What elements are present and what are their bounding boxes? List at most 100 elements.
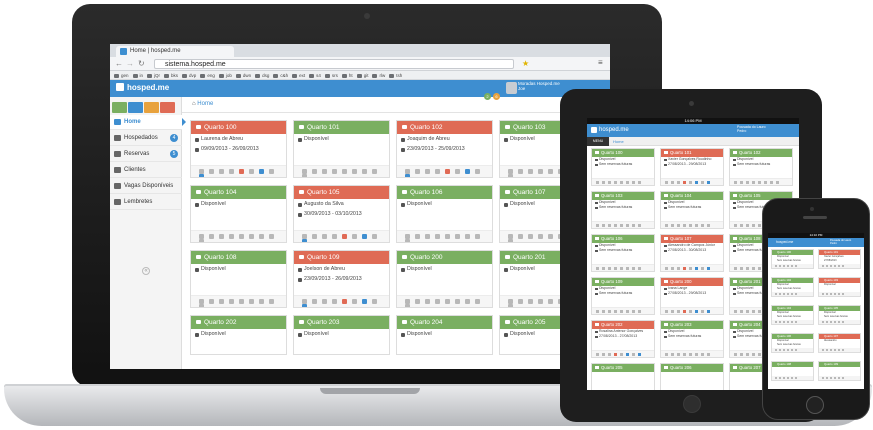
action-icon[interactable] [269, 234, 274, 239]
action-icon[interactable] [671, 181, 674, 184]
forward-icon[interactable]: → [126, 59, 134, 68]
tablet-room-card[interactable]: Quarto 107 Alessandro de Campos Júnior 27/… [660, 234, 724, 272]
action-icon[interactable] [701, 310, 704, 313]
bookmark-item[interactable]: bks [164, 71, 178, 80]
tablet-room-title[interactable]: Quarto 100 [592, 149, 654, 157]
action-icon[interactable] [342, 299, 347, 304]
bookmark-item[interactable]: eng [200, 71, 215, 80]
bookmark-item[interactable]: tsh [389, 71, 402, 80]
action-icon[interactable] [239, 169, 244, 174]
star-icon[interactable]: ★ [522, 59, 529, 68]
action-icon[interactable] [734, 224, 737, 227]
action-icon[interactable] [620, 224, 623, 227]
tablet-room-card[interactable]: Quarto 102 Disponível Sem reservas futuras [729, 148, 793, 186]
action-icon[interactable] [752, 353, 755, 356]
action-icon[interactable] [830, 349, 832, 351]
phone-room-card[interactable]: Quarto 100 Disponível Sem reservas futuras [771, 249, 814, 269]
app-logo[interactable]: hosped.me [116, 83, 169, 92]
action-icon[interactable] [775, 293, 777, 295]
room-title[interactable]: Quarto 106 [397, 186, 492, 199]
action-icon[interactable] [683, 353, 686, 356]
action-icon[interactable] [372, 169, 377, 174]
action-icon[interactable] [626, 267, 629, 270]
phone-room-title[interactable]: Quarto 109 [819, 362, 860, 367]
action-icon[interactable] [229, 234, 234, 239]
action-icon[interactable] [826, 349, 828, 351]
action-icon[interactable] [695, 353, 698, 356]
action-icon[interactable] [783, 377, 785, 379]
action-icon[interactable] [620, 353, 623, 356]
action-icon[interactable] [596, 224, 599, 227]
tablet-room-title[interactable]: Quarto 107 [661, 235, 723, 243]
action-icon[interactable] [475, 299, 480, 304]
action-icon[interactable] [783, 265, 785, 267]
action-icon[interactable] [602, 267, 605, 270]
action-icon[interactable] [746, 224, 749, 227]
action-icon[interactable] [842, 293, 844, 295]
action-icon[interactable] [842, 349, 844, 351]
action-icon[interactable] [795, 349, 797, 351]
action-icon[interactable] [826, 265, 828, 267]
action-icon[interactable] [791, 349, 793, 351]
action-icon[interactable] [548, 234, 553, 239]
action-icon[interactable] [734, 353, 737, 356]
tablet-room-card[interactable]: Quarto 203 Disponível Sem reservas futuras [660, 320, 724, 358]
action-icon[interactable] [425, 234, 430, 239]
action-icon[interactable] [822, 321, 824, 323]
action-icon[interactable] [834, 377, 836, 379]
action-icon[interactable] [209, 169, 214, 174]
bookmark-item[interactable]: dsg [255, 71, 269, 80]
action-icon[interactable] [638, 267, 641, 270]
action-icon[interactable] [445, 169, 450, 174]
action-icon[interactable] [229, 299, 234, 304]
action-icon[interactable] [435, 299, 440, 304]
action-icon[interactable] [746, 310, 749, 313]
room-title[interactable]: Quarto 202 [191, 316, 286, 329]
action-icon[interactable] [707, 224, 710, 227]
bookmark-item[interactable]: s4 [309, 71, 321, 80]
tablet-room-title[interactable]: Quarto 206 [661, 364, 723, 372]
action-icon[interactable] [758, 267, 761, 270]
action-icon[interactable] [372, 234, 377, 239]
action-icon[interactable] [219, 234, 224, 239]
action-icon[interactable] [758, 310, 761, 313]
action-icon[interactable] [249, 299, 254, 304]
action-icon[interactable] [626, 181, 629, 184]
room-card[interactable]: Quarto 200 Disponível [396, 250, 493, 308]
action-icon[interactable] [671, 353, 674, 356]
action-icon[interactable] [834, 293, 836, 295]
action-icon[interactable] [435, 169, 440, 174]
action-icon[interactable] [312, 299, 317, 304]
sidebar-item[interactable]: Home [110, 115, 186, 130]
action-icon[interactable] [199, 239, 204, 242]
room-title[interactable]: Quarto 109 [294, 251, 389, 264]
action-icon[interactable] [689, 310, 692, 313]
action-icon[interactable] [838, 265, 840, 267]
bookmark-item[interactable]: rlw [372, 71, 385, 80]
action-icon[interactable] [608, 181, 611, 184]
action-icon[interactable] [219, 299, 224, 304]
action-icon[interactable] [425, 299, 430, 304]
action-icon[interactable] [632, 353, 635, 356]
phone-room-card[interactable]: Quarto 109 [818, 361, 861, 381]
bookmark-item[interactable]: srs [324, 71, 338, 80]
address-bar[interactable]: sistema.hosped.me [154, 59, 514, 69]
bookmark-item[interactable]: jQr [147, 71, 160, 80]
action-icon[interactable] [620, 310, 623, 313]
action-icon[interactable] [795, 265, 797, 267]
action-icon[interactable] [707, 310, 710, 313]
action-icon[interactable] [259, 234, 264, 239]
action-icon[interactable] [632, 310, 635, 313]
action-icon[interactable] [249, 169, 254, 174]
action-icon[interactable] [239, 234, 244, 239]
action-icon[interactable] [538, 234, 543, 239]
room-card[interactable]: Quarto 203 Disponível [293, 315, 390, 355]
action-icon[interactable] [269, 299, 274, 304]
shortcut-user-button[interactable] [144, 102, 159, 113]
action-icon[interactable] [342, 234, 347, 239]
action-icon[interactable] [518, 234, 523, 239]
action-icon[interactable] [822, 265, 824, 267]
action-icon[interactable] [596, 310, 599, 313]
action-icon[interactable] [689, 353, 692, 356]
action-icon[interactable] [707, 181, 710, 184]
